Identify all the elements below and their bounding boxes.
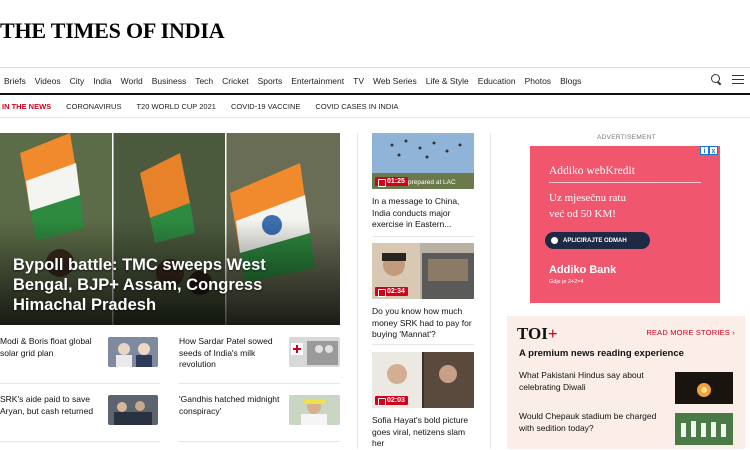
trending-link[interactable]: T20 WORLD CUP 2021 [136, 102, 215, 111]
story-item[interactable]: Modi & Boris float global solar grid pla… [0, 336, 100, 359]
nav-item-india[interactable]: India [93, 76, 111, 86]
video-duration-badge: 01:25 [375, 177, 408, 187]
nav-item-entertainment[interactable]: Entertainment [291, 76, 344, 86]
ad-logo: Addiko Bank [549, 264, 617, 276]
video-headline[interactable]: Do you know how much money SRK had to pa… [372, 306, 474, 341]
ad-close-icon[interactable]: x [709, 146, 718, 155]
nav-item-sports[interactable]: Sports [258, 76, 283, 86]
nav-item-videos[interactable]: Videos [35, 76, 61, 86]
story-headline[interactable]: SRK's aide paid to save Aryan, but cash … [0, 394, 100, 417]
toi-plus-heading: A premium news reading experience [519, 348, 684, 359]
site-logo[interactable]: THE TIMES OF INDIA [0, 18, 225, 44]
story-thumbnail[interactable] [289, 337, 340, 367]
nav-item-cricket[interactable]: Cricket [222, 76, 248, 86]
hero-story[interactable]: Bypoll battle: TMC sweeps West Bengal, B… [0, 133, 340, 325]
story-headline[interactable]: 'Gandhis hatched midnight conspiracy' [179, 394, 284, 417]
trending-link[interactable]: COVID-19 VACCINE [231, 102, 300, 111]
ad-copy: Uz mjesečnu ratu već od 50 KM! [549, 190, 626, 222]
nav-item-business[interactable]: Business [152, 76, 187, 86]
nav-item-world[interactable]: World [121, 76, 143, 86]
video-headline[interactable]: In a message to China, India conducts ma… [372, 196, 474, 231]
column-divider [490, 133, 491, 449]
story-headline[interactable]: Modi & Boris float global solar grid pla… [0, 336, 100, 359]
nav-item-photos[interactable]: Photos [525, 76, 551, 86]
ad-copy-line: već od 50 KM! [549, 208, 616, 220]
story-item[interactable]: How Sardar Patel sowed seeds of India's … [179, 336, 284, 371]
video-thumbnail[interactable]: 02:34 [372, 243, 474, 299]
toi-plus-logo[interactable]: TOI+ [517, 324, 558, 344]
ad-tagline: Gdje je 2+2=4 [549, 279, 584, 285]
ad-info-icon[interactable]: i [700, 146, 709, 155]
column-divider [357, 133, 358, 449]
nav-item-tv[interactable]: TV [353, 76, 364, 86]
divider [0, 441, 160, 442]
trending-link[interactable]: COVID CASES IN INDIA [315, 102, 398, 111]
main-nav: Briefs Videos City India World Business … [0, 67, 750, 95]
nav-item-education[interactable]: Education [478, 76, 516, 86]
read-more-link[interactable]: READ MORE STORIES › [646, 328, 735, 337]
nav-item-tech[interactable]: Tech [195, 76, 213, 86]
story-headline[interactable]: How Sardar Patel sowed seeds of India's … [179, 336, 284, 371]
advertisement-banner[interactable]: i x Addiko webKredit Uz mjesečnu ratu ve… [530, 146, 720, 303]
nav-item-web-series[interactable]: Web Series [373, 76, 417, 86]
story-thumbnail[interactable] [675, 413, 733, 445]
trending-label: IN THE NEWS [2, 102, 52, 111]
story-thumbnail[interactable] [108, 337, 158, 367]
video-item[interactable]: 02:03 Sofia Hayat's bold picture goes vi… [372, 352, 474, 450]
ad-copy-line: Uz mjesečnu ratu [549, 192, 626, 204]
arrow-icon [551, 237, 558, 244]
toi-logo-text: TOI [517, 324, 548, 343]
video-headline[interactable]: Sofia Hayat's bold picture goes viral, n… [372, 415, 474, 450]
toi-plus-story[interactable]: Would Chepauk stadium be charged with se… [519, 411, 659, 434]
divider [372, 236, 474, 237]
ad-divider [549, 182, 701, 183]
ad-cta-label: APLICIRAJTE ODMAH [563, 237, 627, 244]
video-duration-badge: 02:34 [375, 287, 408, 297]
toi-plus-story[interactable]: What Pakistani Hindus say about celebrat… [519, 370, 659, 393]
trending-link[interactable]: CORONAVIRUS [66, 102, 121, 111]
nav-item-city[interactable]: City [70, 76, 85, 86]
nav-item-life-style[interactable]: Life & Style [426, 76, 469, 86]
menu-icon[interactable] [732, 74, 744, 85]
divider [0, 383, 160, 384]
plus-icon: + [547, 324, 558, 343]
video-thumbnail[interactable]: 02:03 [372, 352, 474, 408]
video-thumbnail[interactable]: 01:25 prepared at LAC [372, 133, 474, 189]
nav-item-blogs[interactable]: Blogs [560, 76, 581, 86]
divider [179, 383, 340, 384]
video-overlay-caption: prepared at LAC [408, 179, 456, 186]
advertisement-label: ADVERTISEMENT [597, 134, 657, 141]
divider [179, 441, 340, 442]
ad-choices[interactable]: i x [700, 146, 718, 155]
hero-headline[interactable]: Bypoll battle: TMC sweeps West Bengal, B… [13, 255, 328, 315]
video-item[interactable]: 01:25 prepared at LAC In a message to Ch… [372, 133, 474, 231]
video-item[interactable]: 02:34 Do you know how much money SRK had… [372, 243, 474, 341]
story-thumbnail[interactable] [289, 395, 340, 425]
nav-item-briefs[interactable]: Briefs [4, 76, 26, 86]
trending-bar: IN THE NEWS CORONAVIRUS T20 WORLD CUP 20… [0, 96, 750, 118]
divider [372, 344, 474, 345]
story-item[interactable]: 'Gandhis hatched midnight conspiracy' [179, 394, 284, 417]
story-item[interactable]: SRK's aide paid to save Aryan, but cash … [0, 394, 100, 417]
toi-plus-panel: TOI+ READ MORE STORIES › A premium news … [507, 316, 745, 449]
story-thumbnail[interactable] [108, 395, 158, 425]
video-duration-badge: 02:03 [375, 396, 408, 406]
search-icon[interactable] [711, 74, 722, 85]
nav-actions [711, 74, 744, 85]
ad-brand: Addiko webKredit [549, 165, 635, 177]
ad-cta-button[interactable]: APLICIRAJTE ODMAH [545, 232, 650, 249]
story-thumbnail[interactable] [675, 372, 733, 404]
